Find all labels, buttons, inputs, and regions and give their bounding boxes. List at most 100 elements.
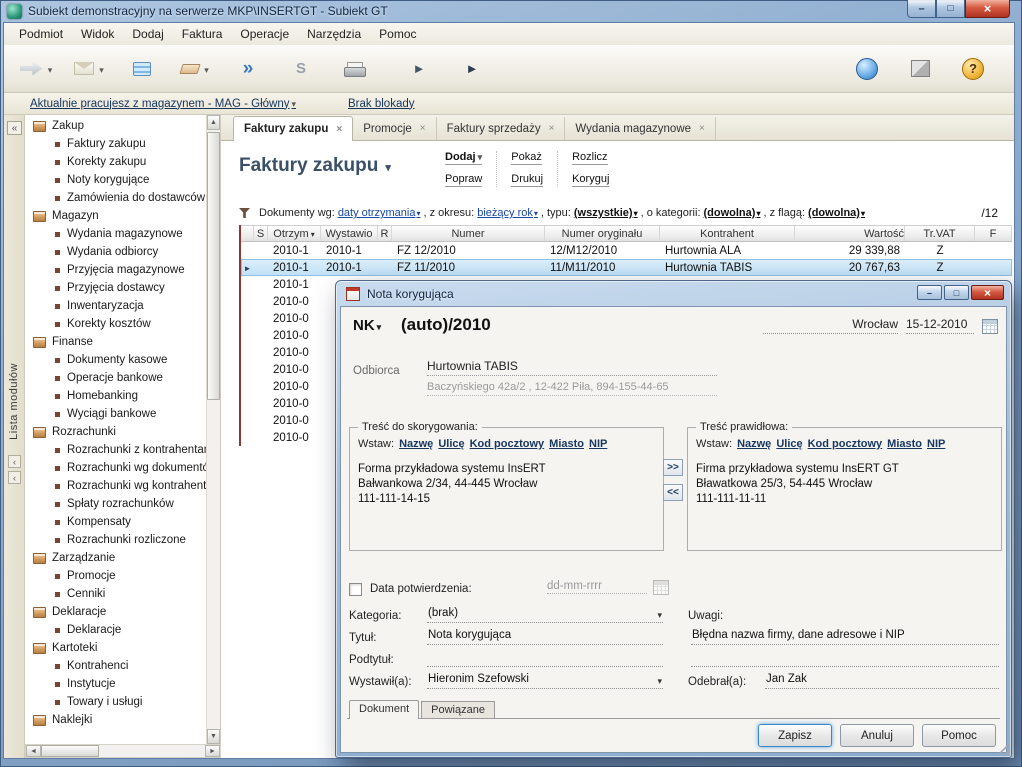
sidebar-item-korekty-zakupu[interactable]: Korekty zakupu <box>25 153 206 171</box>
column-header-r[interactable]: R <box>378 226 392 241</box>
sidebar-section-finanse[interactable]: Finanse <box>25 333 206 351</box>
lock-status-link[interactable]: Brak blokady <box>348 98 414 110</box>
sidebar-item-faktury-zakupu[interactable]: Faktury zakupu <box>25 135 206 153</box>
filter-category-dropdown[interactable]: (dowolna) <box>704 207 761 219</box>
menu-podmiot[interactable]: Podmiot <box>10 24 72 44</box>
send-button[interactable] <box>14 49 58 89</box>
sidebar-item-homebanking[interactable]: Homebanking <box>25 387 206 405</box>
recipient-name-field[interactable]: Hurtownia TABIS <box>427 359 717 376</box>
category-dropdown[interactable]: (brak) <box>427 607 663 623</box>
sidebar-item-kompensaty[interactable]: Kompensaty <box>25 513 206 531</box>
show-button[interactable]: Pokaż <box>511 151 542 165</box>
copy-left-button[interactable]: << <box>663 484 683 501</box>
date-confirm-field[interactable]: dd-mm-rrrr <box>547 580 647 594</box>
sidebar-section-naklejki[interactable]: Naklejki <box>25 711 206 729</box>
print-document-button[interactable]: Drukuj <box>511 173 543 187</box>
insert-street-link[interactable]: Ulicę <box>776 438 802 450</box>
issue-document-button[interactable] <box>397 49 441 89</box>
tab-wydania-magazynowe[interactable]: Wydania magazynowe <box>565 117 715 140</box>
sidebar-item-rozrachunki-kontrahenci[interactable]: Rozrachunki z kontrahentami <box>25 441 206 459</box>
sidebar-item-inwentaryzacja[interactable]: Inwentaryzacja <box>25 297 206 315</box>
sidebar-item-przyjecia-magazynowe[interactable]: Przyjęcia magazynowe <box>25 261 206 279</box>
column-header-wystawiono[interactable]: Wystawio <box>321 226 378 241</box>
correction-target-text[interactable]: Firma przykładowa systemu InsERT GT Bław… <box>696 462 995 507</box>
title-field[interactable]: Nota korygująca <box>427 629 663 645</box>
insert-city-link[interactable]: Miasto <box>887 438 922 450</box>
dialog-maximize-button[interactable] <box>944 285 969 300</box>
modules-button[interactable] <box>898 49 942 89</box>
erase-button[interactable] <box>173 49 217 89</box>
column-header-otrzym[interactable]: Otrzym <box>268 226 321 241</box>
column-header-s[interactable]: S <box>254 226 268 241</box>
sidebar-item-operacje-bankowe[interactable]: Operacje bankowe <box>25 369 206 387</box>
sidebar-item-towary-i-uslugi[interactable]: Towary i usługi <box>25 693 206 711</box>
document-type-dropdown[interactable]: NK <box>353 317 381 334</box>
sidebar-item-kontrahenci[interactable]: Kontrahenci <box>25 657 206 675</box>
filter-by-dropdown[interactable]: daty otrzymania <box>338 207 421 219</box>
sidebar-section-kartoteki[interactable]: Kartoteki <box>25 639 206 657</box>
scrollbar-thumb[interactable] <box>207 132 220 400</box>
calendar-icon[interactable] <box>653 580 669 595</box>
remarks-field[interactable]: Błędna nazwa firmy, dane adresowe i NIP <box>691 629 999 645</box>
column-header-wartosc[interactable]: Wartość <box>795 226 905 241</box>
close-tab-icon[interactable] <box>420 123 426 134</box>
menu-pomoc[interactable]: Pomoc <box>370 24 425 44</box>
menu-widok[interactable]: Widok <box>72 24 123 44</box>
sidebar-item-splaty-rozrachunkow[interactable]: Spłaty rozrachunków <box>25 495 206 513</box>
filter-icon[interactable] <box>239 208 250 218</box>
sidebar-item-deklaracje[interactable]: Deklaracje <box>25 621 206 639</box>
column-header-numer-oryginalu[interactable]: Numer oryginału <box>545 226 660 241</box>
help-button[interactable] <box>951 49 995 89</box>
sidebar-section-magazyn[interactable]: Magazyn <box>25 207 206 225</box>
column-header-kontrahent[interactable]: Kontrahent <box>660 226 795 241</box>
sidebar-section-zarzadzanie[interactable]: Zarządzanie <box>25 549 206 567</box>
close-tab-icon[interactable] <box>549 123 555 134</box>
tab-faktury-sprzedazy[interactable]: Faktury sprzedaży <box>437 117 566 140</box>
sidebar-item-rozrachunki-rozliczone[interactable]: Rozrachunki rozliczone <box>25 531 206 549</box>
filter-type-dropdown[interactable]: (wszystkie) <box>574 207 638 219</box>
column-header-trvat[interactable]: Tr.VAT <box>905 226 975 241</box>
scroll-right-icon[interactable] <box>205 745 220 757</box>
chevron-left-icon[interactable] <box>8 455 21 468</box>
cancel-button[interactable]: Anuluj <box>840 724 914 747</box>
filter-period-dropdown[interactable]: bieżący rok <box>477 207 538 219</box>
menu-dodaj[interactable]: Dodaj <box>123 24 172 44</box>
receiver-field[interactable]: Jan Żak <box>765 673 999 689</box>
insert-name-link[interactable]: Nazwę <box>737 438 771 450</box>
menu-faktura[interactable]: Faktura <box>173 24 232 44</box>
page-title[interactable]: Faktury zakupu <box>239 155 391 177</box>
dialog-minimize-button[interactable] <box>917 285 942 300</box>
sidebar-item-rozrachunki-wg-kontrahentow[interactable]: Rozrachunki wg kontrahentów <box>25 477 206 495</box>
chevron-left-icon[interactable] <box>8 471 21 484</box>
filter-flag-dropdown[interactable]: (dowolna) <box>808 207 865 219</box>
tab-promocje[interactable]: Promocje <box>353 117 436 140</box>
sidebar-item-dokumenty-kasowe[interactable]: Dokumenty kasowe <box>25 351 206 369</box>
print-button[interactable] <box>332 49 376 89</box>
sidebar-item-rozrachunki-dokumenty[interactable]: Rozrachunki wg dokumentów <box>25 459 206 477</box>
remarks-field-line2[interactable] <box>691 651 999 667</box>
scroll-up-icon[interactable] <box>207 115 220 130</box>
date-field[interactable]: 15-12-2010 <box>906 317 974 334</box>
sidebar-item-korekty-kosztow[interactable]: Korekty kosztów <box>25 315 206 333</box>
settle-button[interactable]: Rozlicz <box>572 151 607 165</box>
current-warehouse-link[interactable]: Aktualnie pracujesz z magazynem - MAG - … <box>30 98 296 110</box>
scrollbar-thumb[interactable] <box>41 745 99 757</box>
issuer-dropdown[interactable]: Hieronim Szefowski <box>427 673 663 689</box>
server-button[interactable] <box>120 49 164 89</box>
table-row[interactable]: 2010-1 2010-1 FZ 12/2010 12/M12/2010 Hur… <box>241 242 1012 259</box>
menu-operacje[interactable]: Operacje <box>231 24 298 44</box>
insert-name-link[interactable]: Nazwę <box>399 438 433 450</box>
dialog-close-button[interactable] <box>971 285 1004 300</box>
minimize-button[interactable] <box>907 0 936 18</box>
correct-button[interactable]: Koryguj <box>572 173 609 187</box>
scroll-left-icon[interactable] <box>26 745 41 757</box>
sidebar-section-zakup[interactable]: Zakup <box>25 117 206 135</box>
receive-document-button[interactable] <box>450 49 494 89</box>
close-tab-icon[interactable] <box>336 124 342 135</box>
subtitle-field[interactable] <box>427 651 663 667</box>
sidebar-item-noty-korygujace[interactable]: Noty korygujące <box>25 171 206 189</box>
insert-nip-link[interactable]: NIP <box>927 438 945 450</box>
save-button[interactable]: Zapisz <box>758 724 832 747</box>
tab-dokument[interactable]: Dokument <box>349 700 419 719</box>
insert-street-link[interactable]: Ulicę <box>438 438 464 450</box>
